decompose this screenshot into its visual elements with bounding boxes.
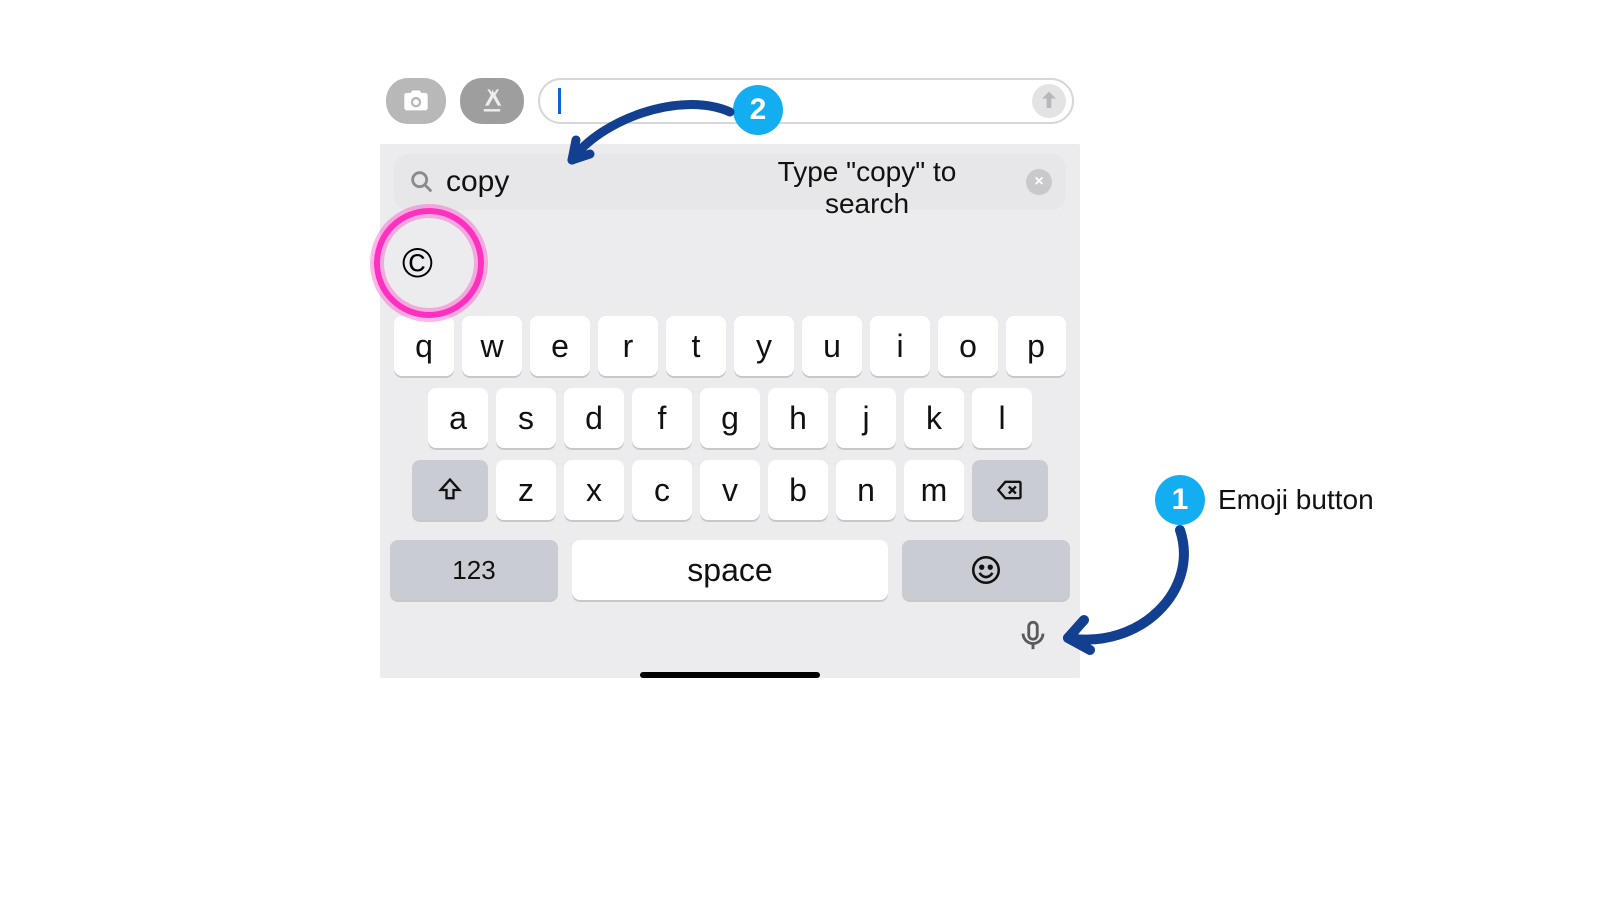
key-t[interactable]: t [666,316,726,376]
shift-key[interactable] [412,460,488,520]
key-j[interactable]: j [836,388,896,448]
key-h[interactable]: h [768,388,828,448]
key-p[interactable]: p [1006,316,1066,376]
search-value: copy [446,165,509,199]
key-row-2: a s d f g h j k l [380,382,1080,454]
emoji-keyboard-button[interactable] [902,540,1070,600]
mic-icon[interactable] [1016,618,1050,652]
key-f[interactable]: f [632,388,692,448]
key-u[interactable]: u [802,316,862,376]
key-a[interactable]: a [428,388,488,448]
dictation-row [380,600,1080,658]
keyboard-area: copy × © q w e r t y u i o p a s d f g h… [380,144,1080,678]
numeric-key[interactable]: 123 [390,540,558,600]
key-n[interactable]: n [836,460,896,520]
key-i[interactable]: i [870,316,930,376]
key-row-1: q w e r t y u i o p [380,310,1080,382]
search-icon [408,168,436,196]
arrow-step-1 [1050,510,1220,670]
key-b[interactable]: b [768,460,828,520]
key-m[interactable]: m [904,460,964,520]
key-y[interactable]: y [734,316,794,376]
app-store-button[interactable] [460,78,524,124]
backspace-key[interactable] [972,460,1048,520]
home-indicator[interactable] [640,672,820,678]
key-w[interactable]: w [462,316,522,376]
send-button[interactable] [1032,84,1066,118]
key-x[interactable]: x [564,460,624,520]
key-c[interactable]: c [632,460,692,520]
key-row-3: z x c v b n m [380,454,1080,526]
key-z[interactable]: z [496,460,556,520]
emoji-result-row: © [380,216,1080,310]
arrow-step-2 [560,100,780,190]
key-g[interactable]: g [700,388,760,448]
key-r[interactable]: r [598,316,658,376]
key-row-bottom: 123 space [380,526,1080,600]
space-key[interactable]: space [572,540,888,600]
camera-button[interactable] [386,78,446,124]
key-v[interactable]: v [700,460,760,520]
key-q[interactable]: q [394,316,454,376]
clear-search-button[interactable]: × [1026,169,1052,195]
step-1-text: Emoji button [1218,484,1374,516]
key-d[interactable]: d [564,388,624,448]
key-e[interactable]: e [530,316,590,376]
step-2-text: Type "copy" to search [752,156,982,220]
emoji-result-copyright[interactable]: © [402,239,433,287]
key-k[interactable]: k [904,388,964,448]
key-o[interactable]: o [938,316,998,376]
key-l[interactable]: l [972,388,1032,448]
key-s[interactable]: s [496,388,556,448]
